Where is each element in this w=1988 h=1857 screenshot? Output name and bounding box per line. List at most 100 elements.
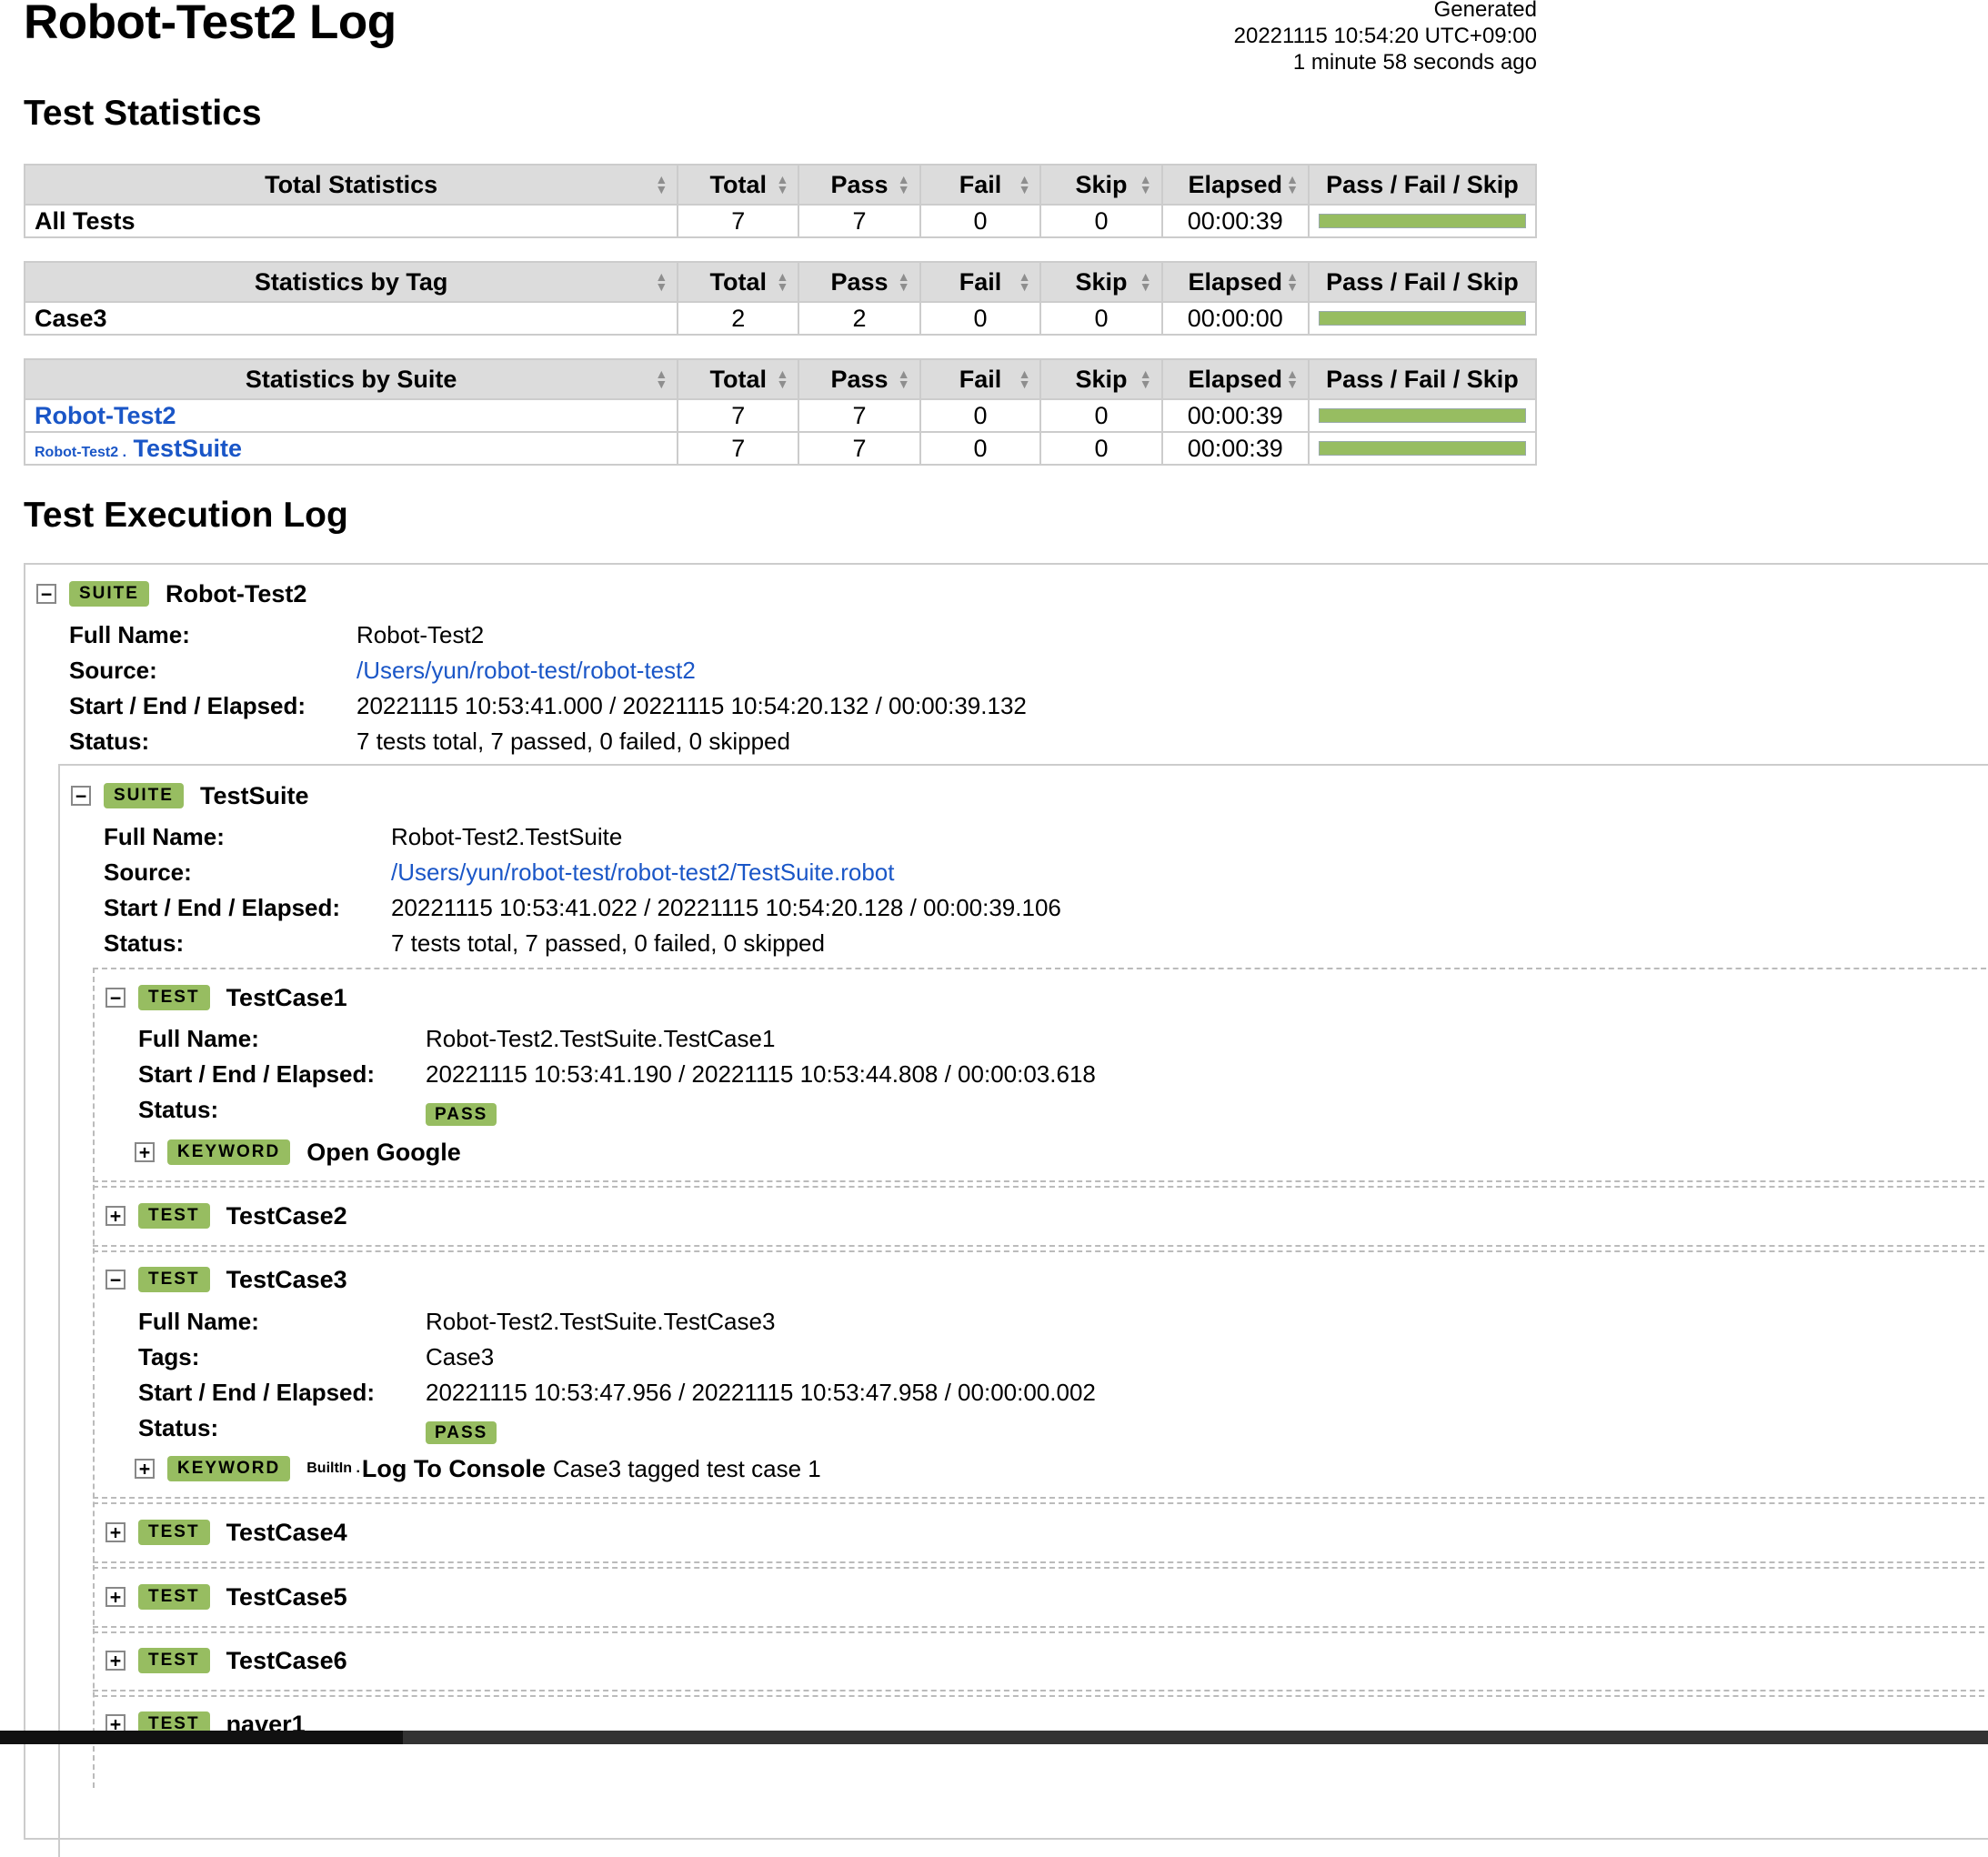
keyword-log-to-console[interactable]: + KEYWORD BuiltIn . Log To Console Case3…: [135, 1453, 821, 1484]
start-end-value: 20221115 10:53:41.000 / 20221115 10:54:2…: [356, 692, 1027, 719]
col-fail[interactable]: Fail ▲ ▼: [919, 358, 1042, 400]
pass-bar: [1318, 214, 1526, 228]
sort-icon: ▲ ▼: [1018, 269, 1031, 294]
suite-parent-link[interactable]: Robot-Test2 .: [35, 445, 126, 460]
suite-statistics-header[interactable]: Statistics by Suite ▲ ▼: [23, 358, 679, 400]
expand-icon[interactable]: +: [105, 1651, 126, 1671]
status-value: 7 tests total, 7 passed, 0 failed, 0 ski…: [356, 728, 790, 755]
full-name-value: Robot-Test2: [356, 621, 485, 648]
test-name: TestCase1: [226, 983, 347, 1011]
execution-log-heading: Test Execution Log: [24, 496, 348, 535]
test-separator: [93, 1631, 1988, 1633]
table-row[interactable]: Robot-Test2 . TestSuite 7 7 0 0 00:00:39: [23, 431, 1538, 466]
sort-icon: ▲ ▼: [655, 172, 668, 196]
source-link[interactable]: /Users/yun/robot-test/robot-test2: [356, 657, 696, 685]
test-name: TestCase3: [226, 1265, 347, 1293]
expand-icon[interactable]: +: [105, 1587, 126, 1607]
start-end-label: Start / End / Elapsed:: [138, 1060, 376, 1088]
test-separator: [93, 1695, 1988, 1697]
start-end-label: Start / End / Elapsed:: [138, 1379, 376, 1406]
test-header-testcase4[interactable]: + TEST TestCase4: [105, 1517, 347, 1548]
stat-skip: 0: [1039, 398, 1163, 433]
collapse-icon[interactable]: −: [105, 1270, 126, 1290]
col-total[interactable]: Total ▲ ▼: [677, 164, 800, 206]
test-name: TestCase6: [226, 1646, 347, 1674]
col-elapsed[interactable]: Elapsed ▲ ▼: [1160, 261, 1310, 303]
full-name-label: Full Name:: [104, 823, 225, 850]
col-pass[interactable]: Pass ▲ ▼: [798, 261, 921, 303]
col-pass-fail-skip[interactable]: Pass / Fail / Skip: [1307, 261, 1538, 303]
col-skip[interactable]: Skip ▲ ▼: [1039, 164, 1163, 206]
full-name-label: Full Name:: [138, 1025, 259, 1052]
suite-link-testsuite[interactable]: TestSuite: [134, 435, 243, 462]
status-value: 7 tests total, 7 passed, 0 failed, 0 ski…: [391, 929, 825, 957]
stat-name: All Tests: [23, 204, 679, 238]
generated-ago: 1 minute 58 seconds ago: [1292, 50, 1537, 75]
tag-statistics-header[interactable]: Statistics by Tag ▲ ▼: [23, 261, 679, 303]
suite-header-robot-test2[interactable]: − SUITE Robot-Test2: [36, 578, 306, 609]
suite-badge: SUITE: [104, 783, 184, 808]
tags-label: Tags:: [138, 1343, 200, 1370]
col-fail[interactable]: Fail ▲ ▼: [919, 261, 1042, 303]
test-badge: TEST: [138, 1203, 210, 1229]
col-pass[interactable]: Pass ▲ ▼: [798, 358, 921, 400]
expand-icon[interactable]: +: [105, 1206, 126, 1226]
stat-elapsed: 00:00:39: [1160, 204, 1310, 238]
test-header-testcase5[interactable]: + TEST TestCase5: [105, 1581, 347, 1612]
col-skip[interactable]: Skip ▲ ▼: [1039, 261, 1163, 303]
stat-elapsed: 00:00:39: [1160, 431, 1310, 466]
stat-pass: 7: [798, 398, 921, 433]
sort-icon: ▲ ▼: [897, 366, 910, 391]
status-label: Status:: [69, 728, 150, 755]
start-end-value: 20221115 10:53:41.022 / 20221115 10:54:2…: [391, 894, 1061, 921]
col-total[interactable]: Total ▲ ▼: [677, 261, 800, 303]
sort-icon: ▲ ▼: [897, 269, 910, 294]
test-separator: [93, 1567, 1988, 1569]
total-statistics-header[interactable]: Total Statistics ▲ ▼: [23, 164, 679, 206]
test-name: TestCase2: [226, 1201, 347, 1230]
test-badge: TEST: [138, 1520, 210, 1545]
col-skip[interactable]: Skip ▲ ▼: [1039, 358, 1163, 400]
table-row[interactable]: Robot-Test2 7 7 0 0 00:00:39: [23, 398, 1538, 433]
stat-bar-cell: [1307, 431, 1538, 466]
col-elapsed[interactable]: Elapsed ▲ ▼: [1160, 358, 1310, 400]
col-pass-fail-skip[interactable]: Pass / Fail / Skip: [1307, 358, 1538, 400]
suite-header-testsuite[interactable]: − SUITE TestSuite: [71, 780, 308, 811]
col-pass[interactable]: Pass ▲ ▼: [798, 164, 921, 206]
collapse-icon[interactable]: −: [105, 988, 126, 1008]
collapse-icon[interactable]: −: [36, 584, 56, 604]
test-header-testcase3[interactable]: − TEST TestCase3: [105, 1264, 347, 1295]
test-header-testcase6[interactable]: + TEST TestCase6: [105, 1645, 347, 1676]
keyword-name: Open Google: [306, 1138, 461, 1166]
status-label: Status:: [104, 929, 185, 957]
expand-icon[interactable]: +: [135, 1459, 155, 1479]
keyword-open-google[interactable]: + KEYWORD Open Google: [135, 1137, 461, 1168]
suite-name: Robot-Test2: [165, 579, 307, 607]
test-badge: TEST: [138, 1648, 210, 1673]
test-name: TestCase5: [226, 1582, 347, 1611]
col-fail[interactable]: Fail ▲ ▼: [919, 164, 1042, 206]
col-elapsed[interactable]: Elapsed ▲ ▼: [1160, 164, 1310, 206]
expand-icon[interactable]: +: [105, 1522, 126, 1542]
collapse-icon[interactable]: −: [71, 786, 91, 806]
stat-skip: 0: [1039, 301, 1163, 336]
status-label: Status:: [138, 1096, 219, 1123]
table-row[interactable]: All Tests 7 7 0 0 00:00:39: [23, 204, 1538, 238]
source-link[interactable]: /Users/yun/robot-test/robot-test2/TestSu…: [391, 858, 894, 887]
stat-pass: 7: [798, 204, 921, 238]
keyword-library: BuiltIn .: [306, 1461, 360, 1476]
test-separator: [93, 1502, 1988, 1504]
test-separator: [93, 1186, 1988, 1188]
col-total[interactable]: Total ▲ ▼: [677, 358, 800, 400]
expand-icon[interactable]: +: [135, 1142, 155, 1162]
stat-fail: 0: [919, 431, 1042, 466]
test-header-testcase1[interactable]: − TEST TestCase1: [105, 982, 347, 1013]
col-pass-fail-skip[interactable]: Pass / Fail / Skip: [1307, 164, 1538, 206]
pass-badge: PASS: [426, 1103, 497, 1126]
table-row[interactable]: Case3 2 2 0 0 00:00:00: [23, 301, 1538, 336]
horizontal-scrollbar[interactable]: [0, 1731, 1988, 1744]
suite-link-robot-test2[interactable]: Robot-Test2: [35, 402, 176, 429]
tags-value: Case3: [426, 1343, 495, 1370]
scrollbar-thumb[interactable]: [0, 1731, 403, 1744]
test-header-testcase2[interactable]: + TEST TestCase2: [105, 1200, 347, 1231]
